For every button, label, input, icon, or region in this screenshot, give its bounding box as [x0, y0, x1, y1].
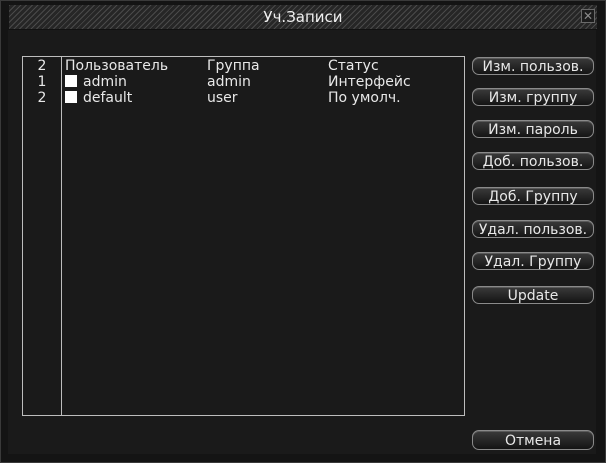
row-checkbox[interactable] [65, 91, 77, 103]
edit-group-button[interactable]: Изм. группу [472, 88, 594, 106]
row-number: 1 [37, 74, 47, 90]
row-status: По умолч. [328, 90, 401, 106]
cancel-button[interactable]: Отмена [472, 430, 594, 450]
user-list-table: 2 Пользователь Группа Статус 1 admin adm… [22, 56, 465, 416]
row-user-name: admin [83, 74, 127, 90]
row-number: 2 [37, 90, 47, 106]
title-bar: Уч.Записи ✕ [9, 5, 597, 30]
row-checkbox[interactable] [65, 75, 77, 87]
row-status: Интерфейс [328, 74, 411, 90]
column-header-user: Пользователь [65, 58, 169, 74]
add-group-button[interactable]: Доб. Группу [472, 187, 594, 205]
row-user-cell: admin [65, 74, 127, 90]
window-title: Уч.Записи [263, 8, 343, 26]
dialog-content: 2 Пользователь Группа Статус 1 admin adm… [8, 30, 596, 454]
row-group: admin [207, 74, 251, 90]
close-icon[interactable]: ✕ [581, 9, 595, 23]
row-user-cell: default [65, 90, 132, 106]
user-count: 2 [37, 58, 47, 74]
update-button[interactable]: Update [472, 286, 594, 304]
delete-user-button[interactable]: Удал. пользов. [472, 220, 594, 238]
column-header-status: Статус [328, 58, 379, 74]
edit-user-button[interactable]: Изм. пользов. [472, 57, 594, 75]
row-user-name: default [83, 90, 133, 106]
delete-group-button[interactable]: Удал. Группу [472, 252, 594, 270]
column-divider [61, 57, 62, 415]
row-group: user [207, 90, 238, 106]
edit-password-button[interactable]: Изм. пароль [472, 120, 594, 138]
column-header-group: Группа [207, 58, 260, 74]
add-user-button[interactable]: Доб. пользов. [472, 152, 594, 170]
